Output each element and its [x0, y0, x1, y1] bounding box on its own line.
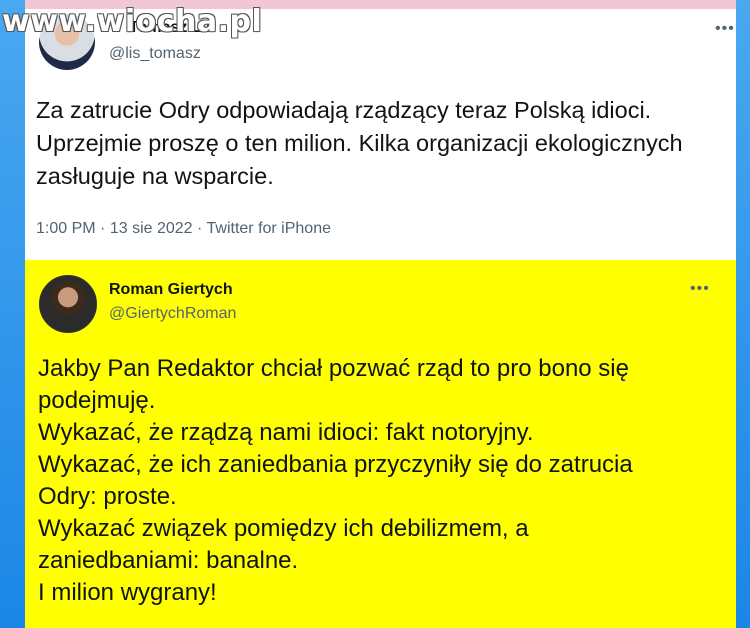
right-frame [736, 0, 750, 628]
tweet-text-line: Wykazać, że rządzą nami idioci: fakt not… [38, 419, 534, 446]
more-options-icon[interactable]: ••• [690, 280, 710, 298]
tweet-source[interactable]: Twitter for iPhone [207, 220, 332, 237]
tweet-date[interactable]: 13 sie 2022 [110, 220, 193, 237]
tweet-meta: 1:00 PM · 13 sie 2022 · Twitter for iPho… [36, 220, 331, 238]
avatar[interactable] [39, 275, 97, 333]
author-handle[interactable]: @lis_tomasz [109, 45, 201, 63]
tweet-text-line: Odry: proste. [38, 483, 177, 510]
tweet-text-line: zaniedbaniami: banalne. [38, 547, 299, 574]
tweet-text: Za zatrucie Odry odpowiadają rządzący te… [36, 97, 683, 189]
tweet-text-line: Jakby Pan Redaktor chciał pozwać rząd to… [38, 355, 629, 382]
tweet-card-lis[interactable]: Tomasz Lis @lis_tomasz ••• Za zatrucie O… [25, 0, 736, 260]
tweet-text: Jakby Pan Redaktor chciał pozwać rząd to… [38, 353, 728, 609]
separator-dot: · [100, 220, 110, 237]
author-handle[interactable]: @GiertychRoman [109, 305, 236, 323]
watermark: www.wiocha.pl [2, 4, 263, 39]
tweet-card-giertych[interactable]: Roman Giertych @GiertychRoman ••• Jakby … [25, 260, 736, 628]
author-name[interactable]: Roman Giertych [109, 281, 233, 299]
tweet-text-line: I milion wygrany! [38, 579, 217, 606]
tweet-text-line: Wykazać, że ich zaniedbania przyczyniły … [38, 451, 633, 478]
left-frame [0, 0, 25, 628]
tweet-text-line: Wykazać związek pomiędzy ich debilizmem,… [38, 515, 529, 542]
separator-dot: · [197, 220, 207, 237]
tweet-time[interactable]: 1:00 PM [36, 220, 96, 237]
more-options-icon[interactable]: ••• [715, 20, 735, 38]
tweet-text-line: podejmuję. [38, 387, 156, 414]
